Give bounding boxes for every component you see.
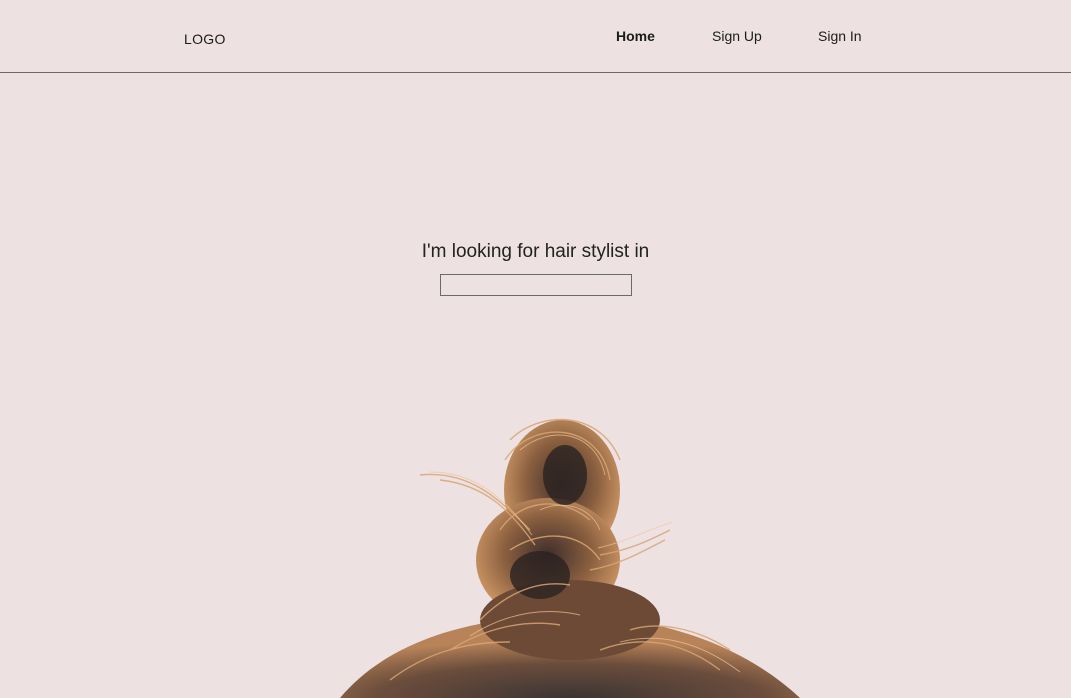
- site-header: LOGO Home Sign Up Sign In: [0, 0, 1071, 73]
- nav-home-link[interactable]: Home: [616, 28, 655, 44]
- nav-sign-up-link[interactable]: Sign Up: [712, 28, 762, 44]
- nav-sign-in-link[interactable]: Sign In: [818, 28, 862, 44]
- hero-heading: I'm looking for hair stylist in: [421, 241, 650, 262]
- location-search-input[interactable]: [440, 274, 632, 296]
- hair-bun-image: [340, 418, 800, 698]
- logo[interactable]: LOGO: [184, 31, 226, 47]
